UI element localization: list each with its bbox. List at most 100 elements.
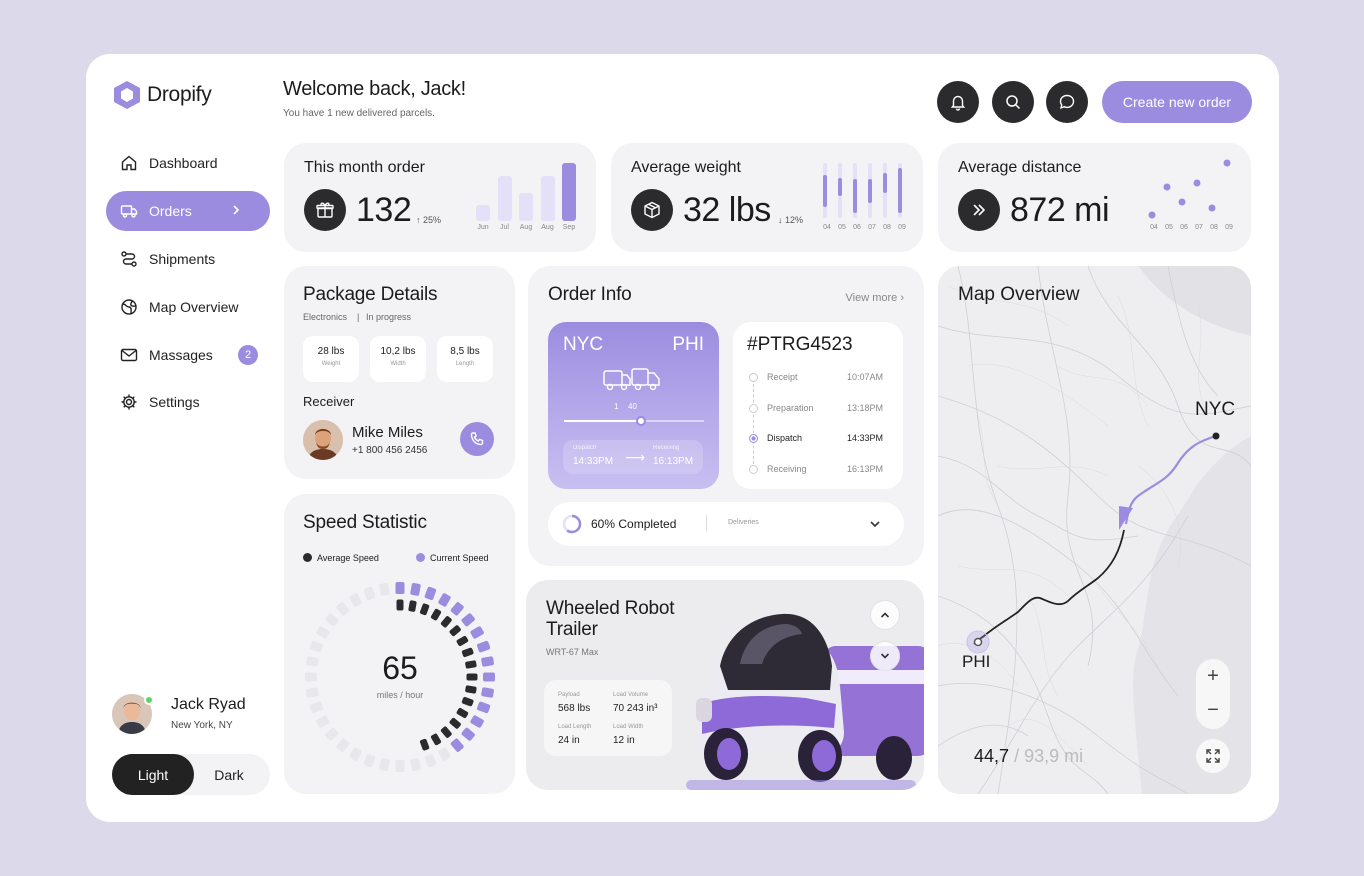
legend-current-speed: Current Speed <box>416 553 489 563</box>
gauge-segment <box>456 707 469 719</box>
spec-value: 568 lbs <box>558 703 591 714</box>
route-icon <box>121 251 137 267</box>
arrow-right-icon: ⟶ <box>625 449 646 465</box>
gauge-segment <box>370 603 381 616</box>
gauge-segment <box>449 717 461 729</box>
gauge-segment <box>309 701 324 714</box>
create-order-button[interactable]: Create new order <box>1102 81 1252 123</box>
axis-label: Jun <box>477 224 489 231</box>
fullscreen-button[interactable] <box>1196 739 1230 773</box>
card-title: Order Info <box>548 284 632 305</box>
nav-item-settings[interactable]: Settings <box>106 382 270 422</box>
dimension-box: 8,5 lbs Length <box>437 336 493 382</box>
online-status-dot <box>144 695 154 705</box>
gauge-segment <box>379 583 390 596</box>
search-button[interactable] <box>992 81 1034 123</box>
gauge-segment <box>363 586 376 601</box>
chevron-right-icon <box>233 205 240 215</box>
gauge-segment <box>395 582 405 594</box>
gauge-segment <box>424 753 437 768</box>
order-bar <box>476 205 490 221</box>
monthly-order-card: This month order 132 ↑ 25% Jun Jul Aug Aug S… <box>284 143 596 252</box>
spec-label: Load Volume <box>613 692 649 698</box>
average-weight-card: Average weight 32 lbs ↓ 12% 04 05 06 07 … <box>611 143 923 252</box>
nav-item-orders[interactable]: Orders <box>106 191 270 231</box>
receiver-portrait-icon <box>303 420 343 460</box>
gauge-segment <box>358 608 370 621</box>
globe-icon <box>121 299 137 315</box>
gauge-segment <box>440 726 452 738</box>
nav-item-map-overview[interactable]: Map Overview <box>106 287 270 327</box>
spec-box: Payload 568 lbs Load Volume 70 243 in³ L… <box>544 680 672 756</box>
card-title: Map Overview <box>958 284 1080 305</box>
gauge-segment <box>348 726 360 738</box>
nav-item-messages[interactable]: Massages 2 <box>106 335 270 375</box>
receiver-label: Receiver <box>303 394 355 409</box>
legend-average-speed: Average Speed <box>303 553 379 563</box>
gauge-segment <box>349 593 362 607</box>
route-progress-handle[interactable] <box>636 416 646 426</box>
gauge-segment <box>461 613 475 627</box>
notifications-button[interactable] <box>937 81 979 123</box>
gauge-segment <box>450 738 464 752</box>
previous-product-button[interactable] <box>870 600 900 630</box>
stat-title: This month order <box>304 159 425 176</box>
zoom-in-button[interactable]: + <box>1196 659 1230 693</box>
spec-item: Load Width 12 in <box>613 724 643 746</box>
view-more-link[interactable]: View more › <box>846 292 905 304</box>
gauge-segment <box>408 742 417 754</box>
order-info-card: Order Info View more › NYC PHI 1 40 Disp… <box>528 266 924 566</box>
next-product-button[interactable] <box>870 641 900 671</box>
theme-dark-button[interactable]: Dark <box>188 754 270 795</box>
stat-change-value: 12% <box>785 215 804 225</box>
gauge-segment <box>325 727 339 741</box>
timeline-dot-active <box>749 434 758 443</box>
view-more-label: View more <box>845 292 898 304</box>
nav-label: Shipments <box>149 251 216 267</box>
nav-item-shipments[interactable]: Shipments <box>106 239 270 279</box>
dimension-label: Length <box>455 361 475 367</box>
call-receiver-button[interactable] <box>460 422 494 456</box>
gauge-segment <box>430 733 442 746</box>
chat-bubble-icon <box>1059 94 1075 110</box>
gift-icon-badge <box>304 189 346 231</box>
zoom-out-button[interactable]: − <box>1196 693 1230 727</box>
theme-light-button[interactable]: Light <box>112 754 194 795</box>
page-title: Welcome back, Jack! <box>283 78 466 100</box>
timeline-step-time: 14:33PM <box>847 433 884 443</box>
spec-label: Load Length <box>558 724 592 730</box>
product-title: Wheeled Robot Trailer <box>546 598 675 640</box>
spec-value: 24 in <box>558 735 580 746</box>
box-icon <box>644 201 660 219</box>
spec-item: Load Volume 70 243 in³ <box>613 692 657 714</box>
gauge-segment <box>470 626 484 639</box>
app-name: Dropify <box>147 83 212 106</box>
package-category: Electronics <box>303 312 348 322</box>
chevron-up-icon <box>880 612 890 618</box>
app-window: Dropify Dashboard Orders Shipments Map O… <box>86 54 1279 822</box>
nav-label: Map Overview <box>149 299 239 315</box>
weight-range-chart <box>823 163 902 218</box>
axis-label: Aug <box>519 224 533 231</box>
chat-button[interactable] <box>1046 81 1088 123</box>
completion-bar[interactable]: 60% Completed Deliveries <box>548 502 904 546</box>
distance-done: 44,7 <box>974 746 1010 766</box>
timeline-dot <box>749 465 758 474</box>
dimension-value: 8,5 lbs <box>450 346 480 357</box>
separator: | <box>357 312 360 322</box>
gauge-segment <box>419 603 430 616</box>
progress-start-label: 1 <box>614 402 619 411</box>
home-icon <box>121 155 137 171</box>
nav-item-dashboard[interactable]: Dashboard <box>106 143 270 183</box>
user-location: New York, NY <box>171 720 233 731</box>
gauge-segment <box>419 738 430 751</box>
stat-value: 132 <box>356 191 412 229</box>
gauge-segment <box>438 593 451 607</box>
gauge-segment <box>438 747 451 761</box>
axis-label: 09 <box>898 224 906 231</box>
theme-toggle: Light Dark <box>112 754 270 795</box>
timeline-step-name: Dispatch <box>767 433 803 443</box>
expand-icon <box>1206 749 1220 763</box>
stat-title: Average distance <box>958 159 1082 176</box>
logo-icon <box>114 81 140 109</box>
